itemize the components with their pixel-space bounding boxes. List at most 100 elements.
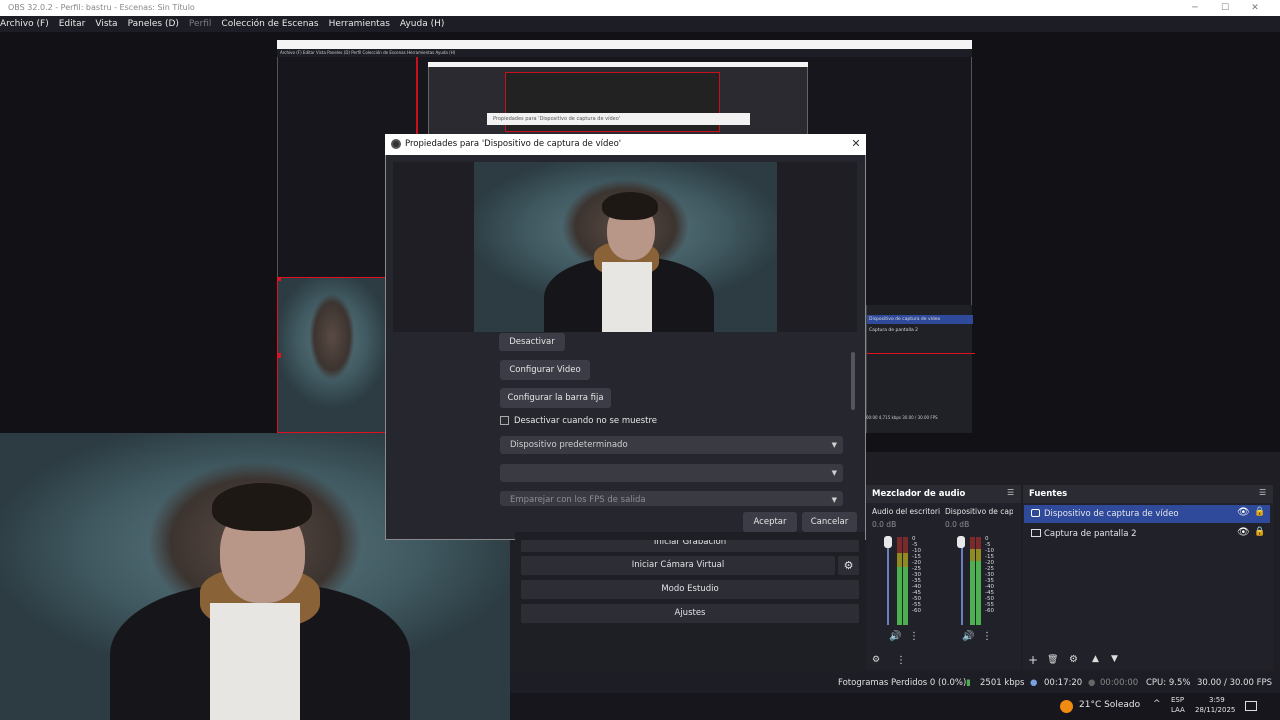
person-hair xyxy=(212,483,312,531)
arrow-up-icon[interactable]: ▲ xyxy=(1092,654,1099,664)
meter-scale: 0 -5 -10 -15 -20 -25 -30 -35 -40 -45 -50 -55 -60 xyxy=(985,536,994,614)
keyboard-layout[interactable]: LAA xyxy=(1171,706,1185,714)
mixer-menu-icon[interactable]: ⋮ xyxy=(896,655,906,666)
dialog-video-preview xyxy=(474,162,777,332)
settings-button[interactable]: Ajustes xyxy=(521,604,859,623)
audio-meter xyxy=(970,537,975,625)
source-item-label: Dispositivo de captura de vídeo xyxy=(1044,509,1179,519)
menu-ayuda[interactable]: Ayuda (H) xyxy=(400,16,444,32)
nested-dialog-title: Propiedades para 'Dispositivo de captura… xyxy=(487,113,750,125)
clock-time[interactable]: 3:59 xyxy=(1209,696,1225,704)
resolution-select[interactable]: ▼ xyxy=(500,464,843,482)
cancel-button[interactable]: Cancelar xyxy=(802,512,857,532)
volume-fader-handle[interactable] xyxy=(957,536,965,548)
device-select-value: Dispositivo predeterminado xyxy=(510,440,628,450)
deactivate-when-hidden-label: Desactivar cuando no se muestre xyxy=(514,416,658,426)
chevron-down-icon: ▼ xyxy=(831,441,837,449)
gear-icon[interactable]: ⚙ xyxy=(1069,654,1078,665)
speaker-icon[interactable]: 🔊 xyxy=(889,631,901,642)
more-options-icon[interactable]: ⋮ xyxy=(982,631,992,642)
minimize-icon[interactable]: ─ xyxy=(1180,0,1210,16)
nested-inner-title-bar xyxy=(428,62,808,67)
source-item[interactable]: Dispositivo de captura de vídeo xyxy=(1024,505,1270,523)
trash-icon[interactable]: 🗑 xyxy=(1047,655,1058,665)
dock-menu-icon[interactable]: ☰ xyxy=(1007,488,1014,497)
advanced-audio-icon[interactable]: ⚙ xyxy=(872,655,880,665)
start-recording-button[interactable]: Iniciar Grabación xyxy=(521,540,859,552)
mixer-channel-db: 0.0 dB xyxy=(945,520,970,529)
fps-readout: 30.00 / 30.00 FPS xyxy=(1197,678,1273,688)
meter-scale-tick: -60 xyxy=(912,608,921,614)
arrow-down-icon[interactable]: ▼ xyxy=(1111,654,1118,664)
lock-icon[interactable]: 🔒 xyxy=(1254,527,1265,537)
studio-mode-button[interactable]: Modo Estudio xyxy=(521,580,859,599)
weather-text[interactable]: 21°C Soleado xyxy=(1079,700,1140,710)
chevron-up-icon[interactable]: ^ xyxy=(1153,699,1161,709)
weather-sun-icon xyxy=(1060,700,1073,713)
eye-icon[interactable]: 👁 xyxy=(1237,527,1250,538)
menu-vista[interactable]: Vista xyxy=(95,16,117,32)
source-item[interactable]: Captura de pantalla 2 xyxy=(1024,525,1270,543)
menu-herramientas[interactable]: Herramientas xyxy=(329,16,390,32)
stream-time: 00:17:20 xyxy=(1044,678,1083,688)
mixer-channel-db: 0.0 dB xyxy=(872,520,897,529)
speaker-icon[interactable]: 🔊 xyxy=(962,631,974,642)
deactivate-when-hidden-checkbox[interactable] xyxy=(500,416,509,425)
volume-fader[interactable] xyxy=(887,537,889,625)
close-window-icon[interactable]: ✕ xyxy=(1240,0,1270,16)
stream-icon: ● xyxy=(1030,678,1038,688)
menu-coleccion-escenas[interactable]: Colección de Escenas xyxy=(221,16,318,32)
deactivate-button[interactable]: Desactivar xyxy=(499,333,565,351)
meter-scale: 0 -5 -10 -15 -20 -25 -30 -35 -40 -45 -50 -55 -60 xyxy=(912,536,921,614)
mixer-channel-name: Dispositivo de captura xyxy=(945,507,1013,516)
language-code[interactable]: ESP xyxy=(1171,696,1184,704)
audio-meter xyxy=(897,537,902,625)
window-title: OBS 32.0.2 - Perfil: bastru - Escenas: S… xyxy=(8,3,195,12)
more-options-icon[interactable]: ⋮ xyxy=(909,631,919,642)
audio-meter xyxy=(903,537,908,625)
dropped-frames: Fotogramas Perdidos 0 (0.0%) xyxy=(838,678,967,688)
virtual-camera-button[interactable]: Iniciar Cámara Virtual xyxy=(521,556,835,575)
configure-video-button[interactable]: Configurar Video xyxy=(500,360,590,380)
meter-scale-tick: -60 xyxy=(985,608,994,614)
camera-icon xyxy=(1031,509,1040,517)
dock-menu-icon[interactable]: ☰ xyxy=(1259,488,1266,497)
status-bar: Fotogramas Perdidos 0 (0.0%) ▮ 2501 kbps… xyxy=(510,673,1280,693)
nested-sources-panel: Dispositivo de captura de vídeo Captura … xyxy=(866,305,975,433)
audio-mixer-title: Mezclador de audio xyxy=(866,485,1021,503)
clock-date[interactable]: 28/11/2025 xyxy=(1195,706,1235,714)
volume-fader-handle[interactable] xyxy=(884,536,892,548)
fps-select-value: Emparejar con los FPS de salida xyxy=(510,495,646,505)
maximize-icon[interactable]: ☐ xyxy=(1210,0,1240,16)
menu-archivo[interactable]: Archivo (F) xyxy=(0,16,49,32)
bitrate: 2501 kbps xyxy=(980,678,1025,688)
mixer-channel-name: Audio del escritorio xyxy=(872,507,940,516)
menu-perfil[interactable]: Perfil xyxy=(189,16,212,32)
resize-handle[interactable] xyxy=(278,278,281,281)
controls-dock xyxy=(515,532,865,670)
accept-button[interactable]: Aceptar xyxy=(743,512,797,532)
selected-source-outline[interactable] xyxy=(277,277,387,433)
taskbar: 21°C Soleado ^ ESP LAA 3:59 28/11/2025 xyxy=(510,693,1280,720)
chevron-down-icon: ▼ xyxy=(831,496,837,504)
menu-editar[interactable]: Editar xyxy=(59,16,86,32)
gear-icon[interactable]: ⚙ xyxy=(838,556,859,575)
nested-title-bar xyxy=(277,40,972,49)
record-icon: ● xyxy=(1088,678,1096,688)
fps-select[interactable]: Emparejar con los FPS de salida ▼ xyxy=(500,491,843,506)
notification-icon[interactable] xyxy=(1245,701,1257,711)
properties-scrollbar[interactable] xyxy=(851,352,855,410)
device-select[interactable]: Dispositivo predeterminado ▼ xyxy=(500,436,843,454)
resize-handle[interactable] xyxy=(278,353,281,358)
configure-crossbar-button[interactable]: Configurar la barra fija xyxy=(500,388,611,408)
menu-paneles[interactable]: Paneles (D) xyxy=(128,16,179,32)
nested-source-item: Dispositivo de captura de vídeo xyxy=(867,315,973,324)
eye-icon[interactable]: 👁 xyxy=(1237,507,1250,518)
source-item-label: Captura de pantalla 2 xyxy=(1044,529,1137,539)
lock-icon[interactable]: 🔒 xyxy=(1254,507,1265,517)
nested-menu-bar: Archivo (F) Editar Vista Paneles (D) Per… xyxy=(277,49,972,57)
add-icon[interactable]: + xyxy=(1028,653,1038,667)
volume-fader[interactable] xyxy=(961,537,963,625)
audio-meter xyxy=(976,537,981,625)
dialog-close-icon[interactable]: ✕ xyxy=(848,136,864,152)
